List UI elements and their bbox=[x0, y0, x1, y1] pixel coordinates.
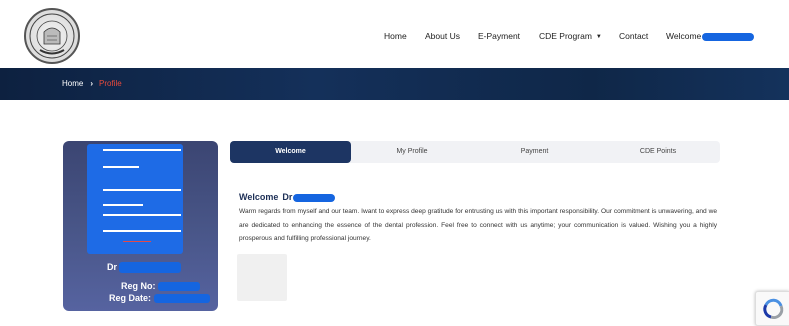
page-banner: Home › Profile bbox=[0, 68, 789, 100]
main-nav: Home About Us E-Payment CDE Program ▼ Con… bbox=[0, 31, 789, 47]
breadcrumb-current: Profile bbox=[99, 79, 122, 88]
welcome-name-prefix: Dr bbox=[282, 192, 293, 202]
redacted-profile-photo bbox=[87, 144, 183, 254]
redacted-reg-date bbox=[153, 294, 210, 304]
nav-e-payment[interactable]: E-Payment bbox=[478, 31, 520, 41]
welcome-heading: Welcome Dr bbox=[239, 192, 336, 202]
welcome-message: Warm regards from myself and our team. I… bbox=[239, 208, 717, 242]
tab-payment[interactable]: Payment bbox=[473, 141, 596, 163]
tab-welcome[interactable]: Welcome bbox=[230, 141, 351, 163]
redacted-welcome-name bbox=[293, 193, 336, 202]
redaction-line bbox=[103, 204, 143, 206]
profile-tabs: Welcome My Profile Payment CDE Points bbox=[230, 141, 720, 163]
profile-reg-date: Reg Date: bbox=[109, 293, 210, 304]
nav-cde-program[interactable]: CDE Program ▼ bbox=[539, 31, 602, 41]
redacted-username bbox=[702, 32, 755, 41]
breadcrumb-separator-icon: › bbox=[90, 79, 94, 88]
chevron-down-icon: ▼ bbox=[595, 34, 602, 40]
profile-reg-no: Reg No: bbox=[121, 281, 201, 292]
nav-about-us[interactable]: About Us bbox=[425, 31, 460, 41]
nav-home[interactable]: Home bbox=[384, 31, 407, 41]
nav-cde-program-label: CDE Program bbox=[539, 31, 592, 41]
profile-name-prefix: Dr bbox=[107, 262, 118, 272]
nav-welcome-user[interactable]: Welcome bbox=[666, 31, 755, 41]
profile-name: Dr bbox=[107, 262, 182, 274]
reg-date-label: Reg Date: bbox=[109, 293, 152, 303]
recaptcha-badge[interactable] bbox=[755, 291, 789, 326]
redacted-reg-no bbox=[158, 282, 201, 292]
welcome-heading-label: Welcome bbox=[239, 192, 279, 202]
recaptcha-icon bbox=[763, 298, 784, 319]
breadcrumb-home[interactable]: Home bbox=[62, 79, 83, 88]
site-header: Home About Us E-Payment CDE Program ▼ Con… bbox=[0, 0, 789, 68]
nav-welcome-label: Welcome bbox=[666, 31, 702, 41]
redaction-line bbox=[103, 214, 181, 216]
redaction-line bbox=[103, 189, 181, 191]
profile-card: Dr Reg No: Reg Date: bbox=[63, 141, 218, 311]
redacted-name bbox=[119, 262, 182, 274]
reg-no-label: Reg No: bbox=[121, 281, 156, 291]
redaction-line bbox=[103, 230, 181, 232]
breadcrumb: Home › Profile bbox=[62, 79, 122, 88]
tab-cde-points[interactable]: CDE Points bbox=[596, 141, 720, 163]
tab-my-profile[interactable]: My Profile bbox=[351, 141, 473, 163]
nav-contact[interactable]: Contact bbox=[619, 31, 648, 41]
redaction-line bbox=[103, 149, 181, 151]
redaction-line bbox=[103, 166, 139, 168]
faded-image-placeholder bbox=[237, 254, 287, 301]
redaction-line bbox=[123, 241, 151, 242]
